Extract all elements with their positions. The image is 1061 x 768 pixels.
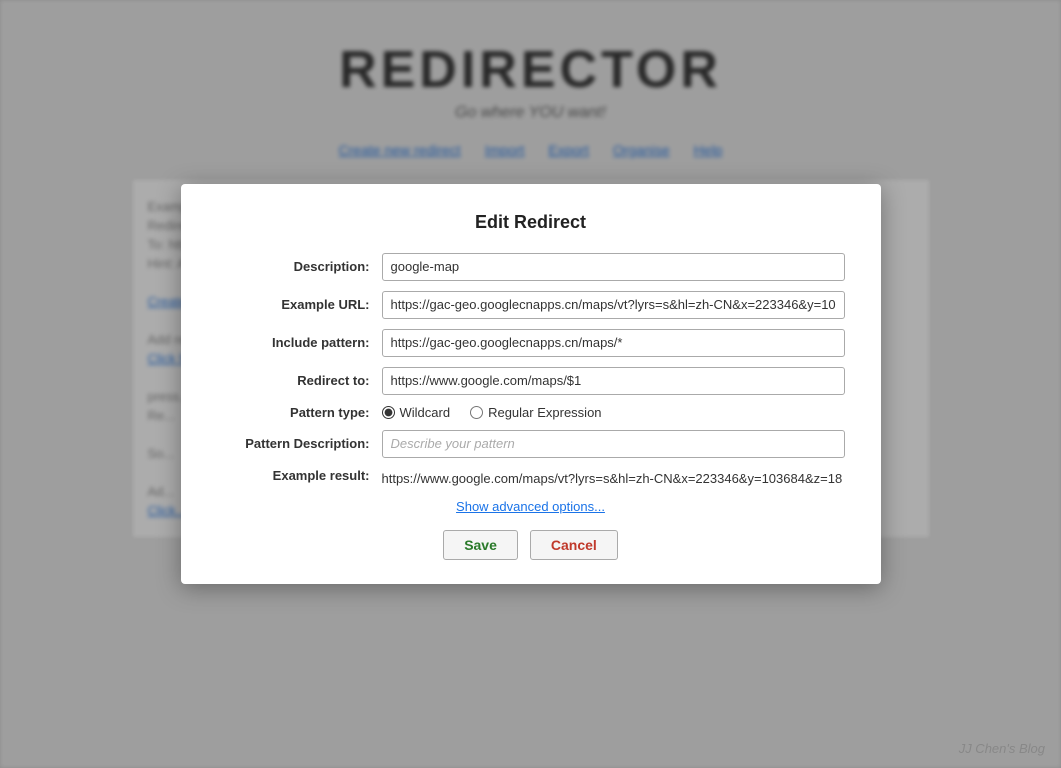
description-input[interactable] [382,253,845,281]
modal-title: Edit Redirect [217,212,845,233]
example-url-input[interactable] [382,291,845,319]
edit-redirect-modal: Edit Redirect Description: Example URL: … [181,184,881,584]
show-advanced-link[interactable]: Show advanced options... [456,499,605,514]
wildcard-option[interactable]: Wildcard [382,405,451,420]
wildcard-label: Wildcard [400,405,451,420]
include-pattern-row: Include pattern: [217,329,845,357]
example-result-row: Example result: https://www.google.com/m… [217,468,845,488]
watermark: JJ Chen's Blog [959,741,1045,756]
pattern-type-row: Pattern type: Wildcard Regular Expressio… [217,405,845,420]
include-pattern-input[interactable] [382,329,845,357]
example-url-row: Example URL: [217,291,845,319]
modal-buttons: Save Cancel [217,530,845,560]
show-advanced-section: Show advanced options... [217,498,845,514]
regex-radio[interactable] [470,406,483,419]
example-result-value: https://www.google.com/maps/vt?lyrs=s&hl… [382,468,845,488]
pattern-description-row: Pattern Description: [217,430,845,458]
regex-option[interactable]: Regular Expression [470,405,601,420]
example-url-label: Example URL: [217,297,382,312]
redirect-to-input[interactable] [382,367,845,395]
include-pattern-label: Include pattern: [217,335,382,350]
pattern-type-label: Pattern type: [217,405,382,420]
redirect-to-label: Redirect to: [217,373,382,388]
pattern-description-input[interactable] [382,430,845,458]
wildcard-radio[interactable] [382,406,395,419]
modal-overlay: Edit Redirect Description: Example URL: … [0,0,1061,768]
redirect-to-row: Redirect to: [217,367,845,395]
example-result-label: Example result: [217,468,382,483]
description-label: Description: [217,259,382,274]
regex-label: Regular Expression [488,405,601,420]
cancel-button[interactable]: Cancel [530,530,618,560]
pattern-description-label: Pattern Description: [217,436,382,451]
description-row: Description: [217,253,845,281]
pattern-type-radio-group: Wildcard Regular Expression [382,405,602,420]
save-button[interactable]: Save [443,530,518,560]
